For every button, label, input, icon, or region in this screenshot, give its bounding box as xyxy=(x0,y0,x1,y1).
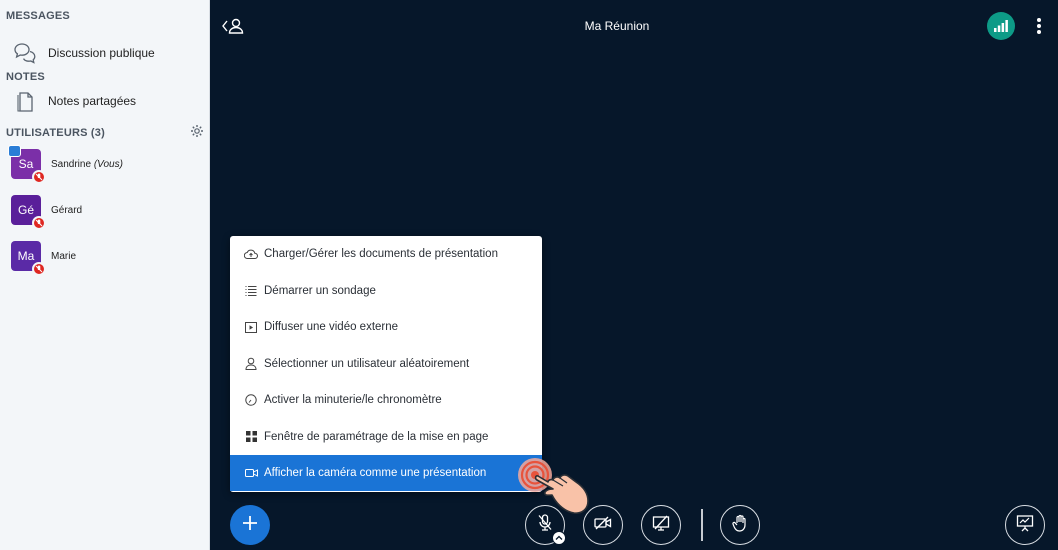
menu-item-label: Afficher la caméra comme une présentatio… xyxy=(264,467,487,479)
menu-item-start-poll[interactable]: Démarrer un sondage xyxy=(230,273,542,309)
user-name: Marie xyxy=(51,250,77,262)
toolbar-divider xyxy=(701,509,703,541)
external-video-icon xyxy=(244,320,258,334)
avatar-initials: Sa xyxy=(18,157,34,171)
menu-item-label: Diffuser une vidéo externe xyxy=(264,321,399,333)
menu-item-layout-settings[interactable]: Fenêtre de paramétrage de la mise en pag… xyxy=(230,419,542,455)
muted-mic-icon xyxy=(32,262,46,276)
presentation-icon xyxy=(1016,514,1034,537)
microphone-off-icon xyxy=(537,513,553,537)
messages-section-title: MESSAGES xyxy=(6,10,70,22)
raise-hand-button[interactable] xyxy=(720,505,760,545)
menu-item-label: Activer la minuterie/le chronomètre xyxy=(264,394,442,406)
avatar: Gé xyxy=(11,195,46,230)
users-section-title: UTILISATEURS (3) xyxy=(6,127,105,139)
menu-item-label: Sélectionner un utilisateur aléatoiremen… xyxy=(264,357,470,370)
more-options-icon[interactable] xyxy=(1035,16,1043,36)
poll-list-icon xyxy=(244,284,258,298)
share-webcam-button[interactable] xyxy=(583,505,623,545)
meeting-title: Ma Réunion xyxy=(584,19,650,33)
menu-item-random-user[interactable]: Sélectionner un utilisateur aléatoiremen… xyxy=(230,346,542,382)
gear-icon[interactable] xyxy=(190,124,204,138)
user-name: Sandrine (Vous) xyxy=(51,158,123,170)
document-icon xyxy=(12,88,38,114)
user-list-item[interactable]: Gé Gérard xyxy=(11,194,201,230)
muted-mic-icon xyxy=(32,170,46,184)
connection-status-icon[interactable] xyxy=(987,12,1015,40)
layout-grid-icon xyxy=(244,430,258,444)
audio-options-chevron-icon[interactable] xyxy=(552,531,566,545)
menu-item-external-video[interactable]: Diffuser une vidéo externe xyxy=(230,309,542,345)
chat-bubbles-icon xyxy=(12,40,38,66)
notes-section-title: NOTES xyxy=(6,71,45,83)
plus-icon xyxy=(242,515,258,536)
cloud-upload-icon xyxy=(244,247,258,261)
presenter-icon xyxy=(8,145,21,157)
timer-icon xyxy=(244,393,258,407)
actions-menu: Charger/Gérer les documents de présentat… xyxy=(230,236,542,492)
share-screen-button[interactable] xyxy=(641,505,681,545)
menu-item-label: Fenêtre de paramétrage de la mise en pag… xyxy=(264,430,489,443)
avatar-initials: Ma xyxy=(17,249,35,263)
public-chat-item[interactable]: Discussion publique xyxy=(12,39,202,67)
menu-item-upload-presentation[interactable]: Charger/Gérer les documents de présentat… xyxy=(230,236,542,272)
user-name: Gérard xyxy=(51,204,83,216)
public-chat-label: Discussion publique xyxy=(48,46,155,60)
muted-mic-icon xyxy=(32,216,46,230)
shared-notes-label: Notes partagées xyxy=(48,94,137,108)
hand-icon xyxy=(732,514,748,537)
screen-share-off-icon xyxy=(652,515,670,536)
menu-item-label: Charger/Gérer les documents de présentat… xyxy=(264,248,498,260)
menu-item-timer[interactable]: Activer la minuterie/le chronomètre xyxy=(230,382,542,418)
sidebar: MESSAGES Discussion publique NOTES Notes… xyxy=(0,0,210,550)
user-icon xyxy=(244,357,258,371)
camera-off-icon xyxy=(594,516,612,535)
avatar: Ma xyxy=(11,241,46,276)
actions-button[interactable] xyxy=(230,505,270,545)
user-list-item[interactable]: Sa Sandrine (Vous) xyxy=(8,145,201,184)
user-list-item[interactable]: Ma Marie xyxy=(11,240,201,276)
restore-presentation-button[interactable] xyxy=(1005,505,1045,545)
camera-icon xyxy=(244,466,258,480)
menu-item-label: Démarrer un sondage xyxy=(264,284,376,297)
avatar-initials: Gé xyxy=(17,203,34,217)
menu-item-camera-as-presentation[interactable]: Afficher la caméra comme une présentatio… xyxy=(230,455,542,491)
shared-notes-item[interactable]: Notes partagées xyxy=(12,87,202,115)
avatar: Sa xyxy=(8,145,46,184)
